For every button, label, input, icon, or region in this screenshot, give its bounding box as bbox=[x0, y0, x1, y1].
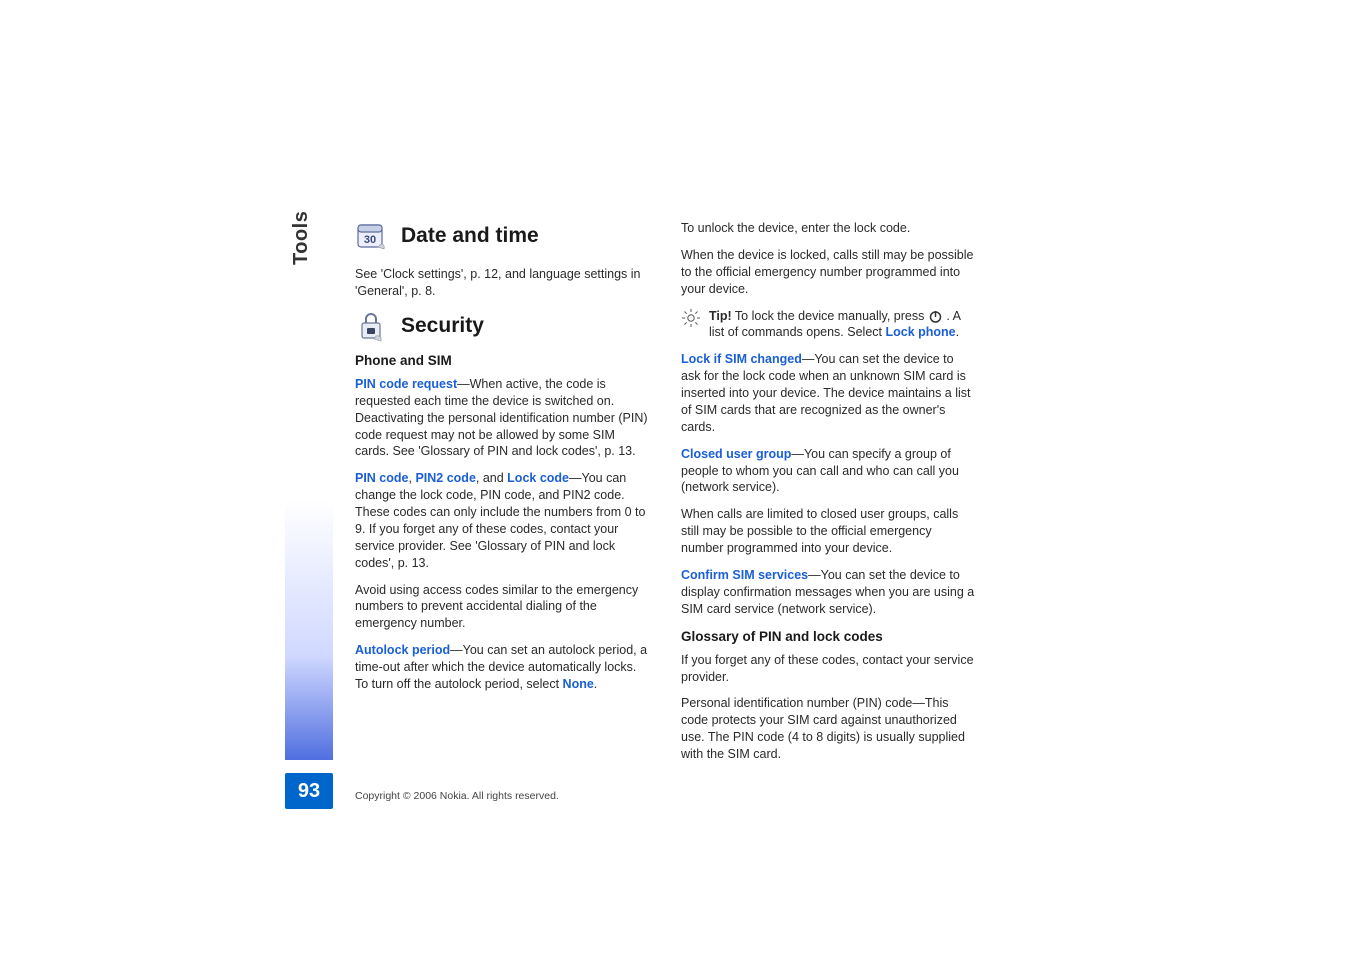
page-number: 93 bbox=[285, 773, 333, 809]
security-title: Security bbox=[401, 312, 484, 340]
tip-text: Tip! To lock the device manually, press … bbox=[709, 308, 975, 342]
phone-and-sim-heading: Phone and SIM bbox=[355, 352, 649, 370]
locked-calls-body: When the device is locked, calls still m… bbox=[681, 247, 975, 298]
codes-paragraph: PIN code, PIN2 code, and Lock code—You c… bbox=[355, 470, 649, 571]
avoid-paragraph: Avoid using access codes similar to the … bbox=[355, 582, 649, 633]
date-time-header: 30 Date and time bbox=[355, 220, 649, 252]
lock-if-sim-changed-label: Lock if SIM changed bbox=[681, 352, 802, 366]
autolock-paragraph: Autolock period—You can set an autolock … bbox=[355, 642, 649, 693]
lock-sim-paragraph: Lock if SIM changed—You can set the devi… bbox=[681, 351, 975, 435]
pin2-code-label: PIN2 code bbox=[415, 471, 475, 485]
codes-body: —You can change the lock code, PIN code,… bbox=[355, 471, 645, 569]
autolock-none-label: None bbox=[563, 677, 594, 691]
glossary-body-2: Personal identification number (PIN) cod… bbox=[681, 695, 975, 763]
cug-paragraph: Closed user group—You can specify a grou… bbox=[681, 446, 975, 497]
security-header: Security bbox=[355, 310, 649, 342]
date-time-body: See 'Clock settings', p. 12, and languag… bbox=[355, 266, 649, 300]
date-time-title: Date and time bbox=[401, 222, 539, 250]
confirm-sim-services-label: Confirm SIM services bbox=[681, 568, 808, 582]
tip-row: Tip! To lock the device manually, press … bbox=[681, 308, 975, 342]
page-content: 30 Date and time See 'Clock settings', p… bbox=[355, 220, 975, 773]
autolock-period-label: Autolock period bbox=[355, 643, 450, 657]
power-button-icon bbox=[928, 309, 943, 324]
chapter-label: Tools bbox=[290, 211, 313, 265]
tip-body-c: . bbox=[956, 325, 959, 339]
tip-body-a: To lock the device manually, press bbox=[732, 309, 928, 323]
closed-user-group-label: Closed user group bbox=[681, 447, 791, 461]
pin-code-request-label: PIN code request bbox=[355, 377, 457, 391]
column-left: 30 Date and time See 'Clock settings', p… bbox=[355, 220, 649, 773]
pin-code-request-paragraph: PIN code request—When active, the code i… bbox=[355, 376, 649, 460]
svg-text:30: 30 bbox=[364, 234, 376, 246]
lock-phone-label: Lock phone bbox=[885, 325, 955, 339]
pin-code-label: PIN code bbox=[355, 471, 409, 485]
column-right: To unlock the device, enter the lock cod… bbox=[681, 220, 975, 773]
calendar-icon: 30 bbox=[355, 220, 387, 252]
cug-limited-body: When calls are limited to closed user gr… bbox=[681, 506, 975, 557]
tip-label: Tip! bbox=[709, 309, 732, 323]
sidebar-gradient bbox=[285, 500, 333, 760]
glossary-heading: Glossary of PIN and lock codes bbox=[681, 628, 975, 646]
autolock-body-b: . bbox=[594, 677, 597, 691]
glossary-body-1: If you forget any of these codes, contac… bbox=[681, 652, 975, 686]
confirm-sim-paragraph: Confirm SIM services—You can set the dev… bbox=[681, 567, 975, 618]
lock-code-label: Lock code bbox=[507, 471, 569, 485]
footer-copyright: Copyright © 2006 Nokia. All rights reser… bbox=[355, 790, 559, 802]
unlock-body: To unlock the device, enter the lock cod… bbox=[681, 220, 975, 237]
tip-lightbulb-icon bbox=[681, 308, 701, 328]
lock-icon bbox=[355, 310, 387, 342]
